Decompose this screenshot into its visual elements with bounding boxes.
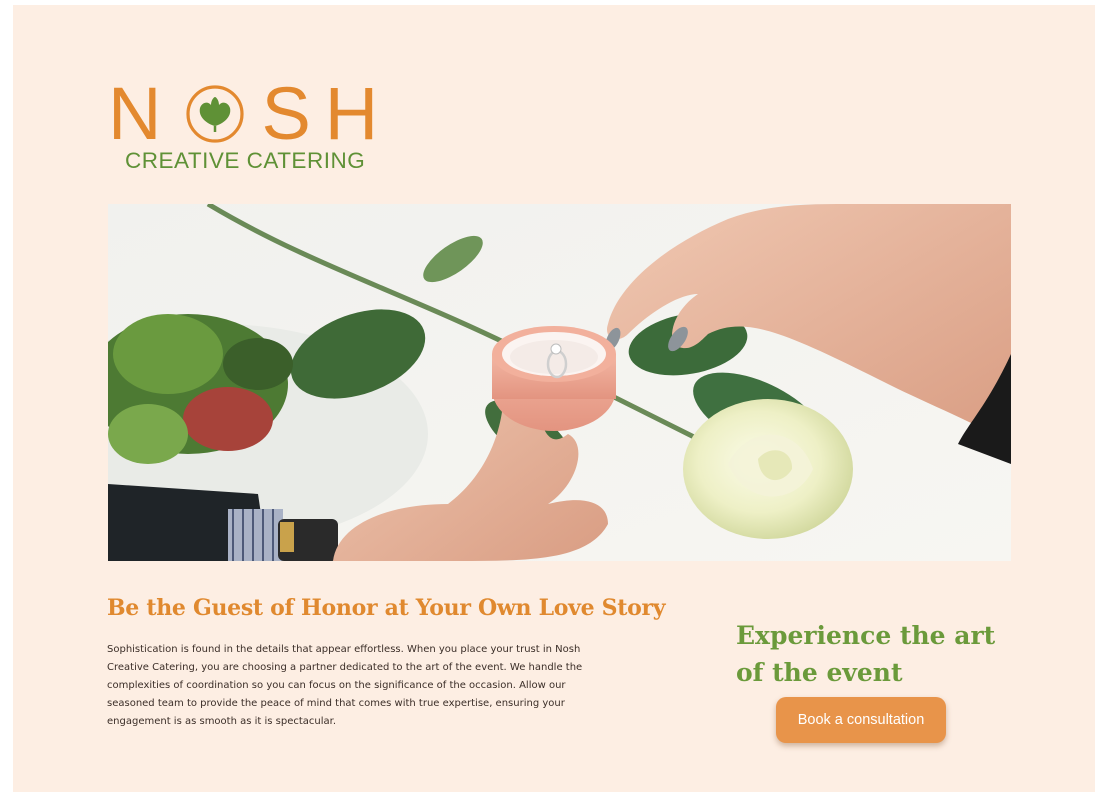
story-heading: Be the Guest of Honor at Your Own Love S… — [107, 595, 666, 621]
story-paragraph: Sophistication is found in the details t… — [107, 644, 583, 727]
hero-image — [108, 204, 1011, 561]
landing-page: N SH CREATIVE CATERING Be the Guest of H… — [13, 5, 1095, 792]
logo-wordmark: N SH — [108, 72, 408, 155]
logo-o-with-leaf — [185, 84, 245, 144]
logo-letter-n: N — [108, 72, 176, 155]
logo-letters-sh: SH — [261, 72, 393, 155]
cta-heading: Experience the art of the event — [736, 621, 996, 687]
logo-tagline: CREATIVE CATERING — [125, 148, 366, 173]
engagement-ring-photo — [108, 204, 1011, 561]
ginkgo-leaf-icon — [186, 85, 245, 143]
book-consultation-button[interactable]: Book a consultation — [776, 697, 946, 743]
nosh-logo[interactable]: N SH CREATIVE CATERING — [108, 72, 408, 180]
